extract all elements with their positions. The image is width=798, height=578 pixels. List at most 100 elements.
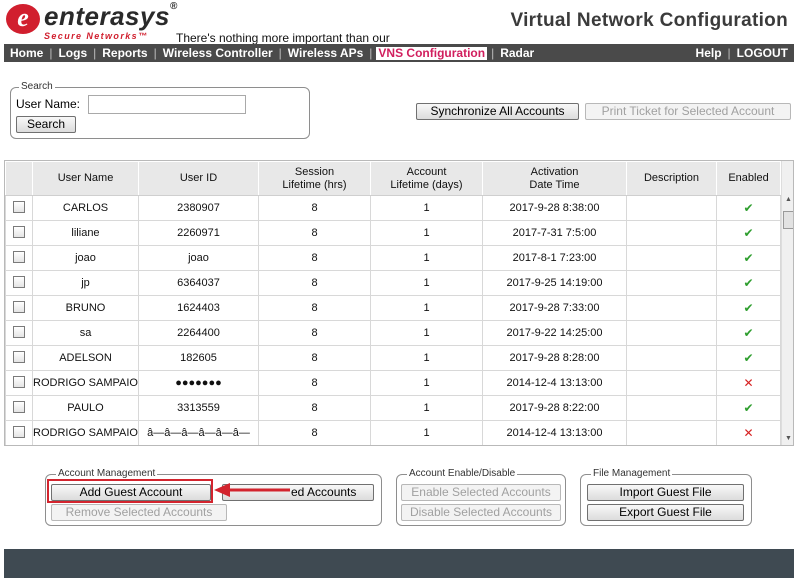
column-header[interactable]: Session Lifetime (hrs) bbox=[258, 161, 371, 196]
select-cell bbox=[5, 195, 33, 221]
table-row[interactable]: CARLOS 2380907 8 1 2017-9-28 8:38:00 ✔ bbox=[5, 195, 781, 221]
table-row[interactable]: RODRIGO SAMPAIO ●●●●●●● 8 1 2014-12-4 13:13:… bbox=[5, 370, 781, 396]
search-legend: Search bbox=[19, 81, 55, 92]
nav-home[interactable]: Home bbox=[4, 46, 49, 60]
scroll-up-arrow-icon[interactable]: ▲ bbox=[782, 196, 793, 206]
row-checkbox[interactable] bbox=[13, 350, 25, 363]
main-nav: Home | Logs | Reports | Wireless Control… bbox=[4, 44, 794, 62]
select-cell bbox=[5, 270, 33, 296]
activation-date-cell: 2017-9-28 7:33:00 bbox=[482, 295, 627, 321]
activation-date-cell: 2017-7-31 7:5:00 bbox=[482, 220, 627, 246]
table-header-row: User Name User ID Session Lifetime (hrs)… bbox=[5, 161, 781, 196]
row-checkbox[interactable] bbox=[13, 300, 25, 313]
description-cell bbox=[626, 245, 717, 271]
user-name-cell: ADELSON bbox=[32, 345, 139, 371]
row-checkbox[interactable] bbox=[13, 325, 25, 338]
table-row[interactable]: PAULO 3313559 8 1 2017-9-28 8:22:00 ✔ bbox=[5, 395, 781, 421]
footer-bar bbox=[4, 549, 794, 578]
row-checkbox[interactable] bbox=[13, 225, 25, 238]
session-lifetime-cell: 8 bbox=[258, 195, 371, 221]
select-cell bbox=[5, 245, 33, 271]
enable-selected-accounts-button[interactable]: Enable Selected Accounts bbox=[401, 484, 561, 501]
nav-logout[interactable]: LOGOUT bbox=[731, 46, 794, 60]
user-name-cell: BRUNO bbox=[32, 295, 139, 321]
disabled-cross-icon: ✕ bbox=[743, 376, 754, 390]
search-button[interactable]: Search bbox=[16, 116, 76, 133]
description-cell bbox=[626, 295, 717, 321]
print-ticket-button[interactable]: Print Ticket for Selected Account bbox=[585, 103, 791, 120]
select-cell bbox=[5, 320, 33, 346]
row-checkbox[interactable] bbox=[13, 400, 25, 413]
table-row[interactable]: BRUNO 1624403 8 1 2017-9-28 7:33:00 ✔ bbox=[5, 295, 781, 321]
import-guest-file-button[interactable]: Import Guest File bbox=[587, 484, 744, 501]
column-header[interactable]: Description bbox=[626, 161, 717, 196]
disable-selected-accounts-button[interactable]: Disable Selected Accounts bbox=[401, 504, 561, 521]
enabled-cell: ✔ bbox=[716, 295, 781, 321]
session-lifetime-cell: 8 bbox=[258, 270, 371, 296]
select-column-header bbox=[5, 161, 33, 196]
nav-radar[interactable]: Radar bbox=[494, 46, 540, 60]
guest-accounts-table: User Name User ID Session Lifetime (hrs)… bbox=[4, 160, 794, 446]
column-header[interactable]: User Name bbox=[32, 161, 139, 196]
account-lifetime-cell: 1 bbox=[370, 295, 483, 321]
session-lifetime-cell: 8 bbox=[258, 220, 371, 246]
account-management-legend: Account Management bbox=[56, 468, 158, 479]
user-id-cell: 182605 bbox=[138, 345, 259, 371]
row-checkbox[interactable] bbox=[13, 375, 25, 388]
user-name-input[interactable] bbox=[88, 95, 246, 114]
account-lifetime-cell: 1 bbox=[370, 320, 483, 346]
user-name-cell: RODRIGO SAMPAIO bbox=[32, 370, 139, 396]
activation-date-cell: 2017-9-22 14:25:00 bbox=[482, 320, 627, 346]
row-checkbox[interactable] bbox=[13, 425, 25, 438]
enabled-check-icon: ✔ bbox=[743, 201, 754, 215]
column-header[interactable]: Enabled bbox=[716, 161, 781, 196]
export-guest-file-button[interactable]: Export Guest File bbox=[587, 504, 744, 521]
table-row[interactable]: RODRIGO SAMPAIO â—â—â—â—â—â— 8 1 2014-12-4 1… bbox=[5, 420, 781, 445]
nav-wireless-controller[interactable]: Wireless Controller bbox=[157, 46, 279, 60]
description-cell bbox=[626, 270, 717, 296]
column-header[interactable]: User ID bbox=[138, 161, 259, 196]
scrollbar-thumb[interactable] bbox=[783, 211, 793, 229]
enabled-cell: ✕ bbox=[716, 420, 781, 445]
description-cell bbox=[626, 320, 717, 346]
session-lifetime-cell: 8 bbox=[258, 295, 371, 321]
nav-logs[interactable]: Logs bbox=[52, 46, 93, 60]
nav-vns-configuration[interactable]: VNS Configuration bbox=[376, 46, 488, 60]
account-lifetime-cell: 1 bbox=[370, 270, 483, 296]
row-checkbox[interactable] bbox=[13, 250, 25, 263]
select-cell bbox=[5, 345, 33, 371]
enabled-check-icon: ✔ bbox=[743, 276, 754, 290]
nav-wireless-aps[interactable]: Wireless APs bbox=[282, 46, 370, 60]
table-row[interactable]: sa 2264400 8 1 2017-9-22 14:25:00 ✔ bbox=[5, 320, 781, 346]
enabled-cell: ✔ bbox=[716, 320, 781, 346]
row-checkbox[interactable] bbox=[13, 200, 25, 213]
user-id-cell: â—â—â—â—â—â— bbox=[138, 420, 259, 445]
account-enable-legend: Account Enable/Disable bbox=[407, 468, 518, 479]
nav-separator: | bbox=[369, 46, 373, 60]
user-id-cell: 6364037 bbox=[138, 270, 259, 296]
page-title: Virtual Network Configuration bbox=[510, 10, 788, 31]
session-lifetime-cell: 8 bbox=[258, 320, 371, 346]
user-name-cell: liliane bbox=[32, 220, 139, 246]
table-row[interactable]: liliane 2260971 8 1 2017-7-31 7:5:00 ✔ bbox=[5, 220, 781, 246]
select-cell bbox=[5, 395, 33, 421]
nav-reports[interactable]: Reports bbox=[96, 46, 153, 60]
column-header[interactable]: Activation Date Time bbox=[482, 161, 627, 196]
column-header[interactable]: Account Lifetime (days) bbox=[370, 161, 483, 196]
user-id-cell: 3313559 bbox=[138, 395, 259, 421]
table-row[interactable]: jp 6364037 8 1 2017-9-25 14:19:00 ✔ bbox=[5, 270, 781, 296]
activation-date-cell: 2017-9-25 14:19:00 bbox=[482, 270, 627, 296]
table-scrollbar[interactable]: ▲ ▼ bbox=[781, 161, 793, 445]
user-name-cell: PAULO bbox=[32, 395, 139, 421]
remove-selected-accounts-button[interactable]: Remove Selected Accounts bbox=[51, 504, 227, 521]
account-lifetime-cell: 1 bbox=[370, 420, 483, 445]
synchronize-all-accounts-button[interactable]: Synchronize All Accounts bbox=[416, 103, 579, 120]
table-row[interactable]: joao joao 8 1 2017-8-1 7:23:00 ✔ bbox=[5, 245, 781, 271]
scroll-down-arrow-icon[interactable]: ▼ bbox=[782, 435, 793, 445]
nav-help[interactable]: Help bbox=[690, 46, 728, 60]
row-checkbox[interactable] bbox=[13, 275, 25, 288]
enabled-cell: ✔ bbox=[716, 245, 781, 271]
brand-subtitle: Secure Networks™ bbox=[44, 31, 149, 41]
accounts-grid: User Name User ID Session Lifetime (hrs)… bbox=[5, 161, 781, 445]
table-row[interactable]: ADELSON 182605 8 1 2017-9-28 8:28:00 ✔ bbox=[5, 345, 781, 371]
